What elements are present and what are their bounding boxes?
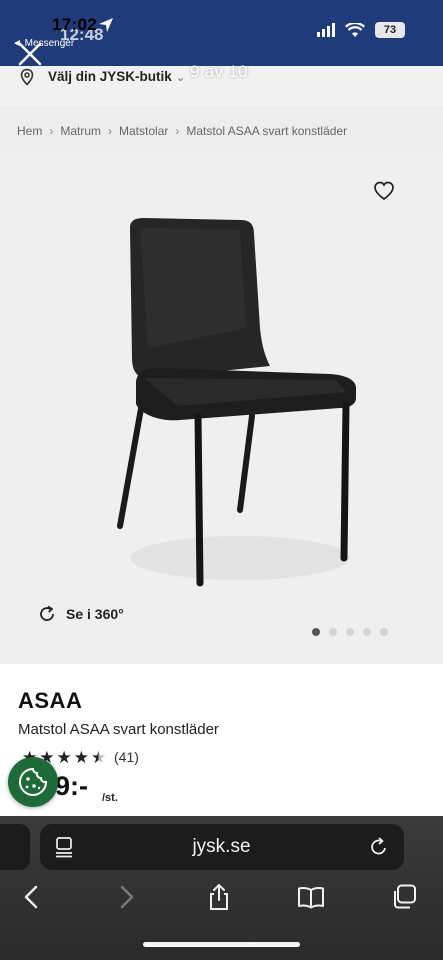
battery-indicator: 73: [375, 22, 405, 38]
home-indicator[interactable]: [143, 942, 300, 947]
cookie-settings-button[interactable]: [8, 757, 58, 807]
location-arrow-icon: [99, 18, 113, 32]
gallery-dot[interactable]: [312, 628, 320, 636]
view-360-button[interactable]: Se i 360°: [66, 606, 124, 622]
previous-tab-preview[interactable]: [0, 824, 30, 870]
star-half-icon: ★: [91, 748, 107, 767]
forward-arrow-icon[interactable]: [112, 883, 140, 911]
page-menu-icon[interactable]: [54, 836, 74, 858]
breadcrumb-item-matrum[interactable]: Matrum: [60, 124, 101, 138]
reload-icon[interactable]: [369, 836, 389, 858]
product-price: 9:-: [55, 771, 88, 801]
location-pin-icon: [20, 68, 34, 86]
star-icon: ★: [73, 748, 89, 767]
breadcrumb-item-current: Matstol ASAA svart konstläder: [186, 124, 348, 138]
status-indicators: 73: [317, 22, 405, 38]
screen: 12:48 17:02 ◄ Messenger 73 Välj din JYSK…: [0, 0, 443, 960]
gallery-dot[interactable]: [346, 628, 354, 636]
product-name: ASAA: [18, 688, 83, 713]
product-description: Matstol ASAA svart konstläder: [18, 721, 219, 738]
rating-count[interactable]: (41): [114, 749, 139, 765]
store-selector[interactable]: Välj din JYSK-butik: [48, 69, 172, 84]
status-time: 17:02: [52, 15, 97, 34]
product-image-chair: [117, 218, 356, 587]
gallery-dot[interactable]: [363, 628, 371, 636]
chevron-down-icon: ⌄: [176, 72, 186, 84]
gallery-dot[interactable]: [380, 628, 388, 636]
breadcrumb-item-matstolar[interactable]: Matstolar: [119, 124, 168, 138]
breadcrumb: Hem › Matrum › Matstolar › Matstol ASAA …: [17, 124, 347, 138]
heart-icon[interactable]: [373, 180, 395, 202]
breadcrumb-separator: ›: [175, 124, 180, 138]
rotate-360-icon[interactable]: [38, 605, 56, 623]
cellular-signal-icon: [317, 23, 335, 37]
breadcrumb-separator: ›: [108, 124, 113, 138]
breadcrumb-separator: ›: [49, 124, 54, 138]
gallery-dot[interactable]: [329, 628, 337, 636]
gallery-pagination[interactable]: [312, 628, 388, 636]
cookie-icon: [19, 767, 48, 796]
share-icon[interactable]: [205, 883, 233, 911]
tabs-icon[interactable]: [390, 883, 418, 911]
breadcrumb-item-home[interactable]: Hem: [17, 124, 42, 138]
star-icon: ★: [56, 748, 72, 767]
price-unit: /st.: [102, 792, 118, 804]
story-counter: 9 av 10: [190, 62, 248, 81]
back-arrow-icon[interactable]: [18, 883, 46, 911]
wifi-icon: [345, 22, 365, 37]
address-bar[interactable]: [40, 824, 404, 870]
close-icon[interactable]: [16, 40, 44, 68]
book-icon[interactable]: [297, 883, 325, 911]
